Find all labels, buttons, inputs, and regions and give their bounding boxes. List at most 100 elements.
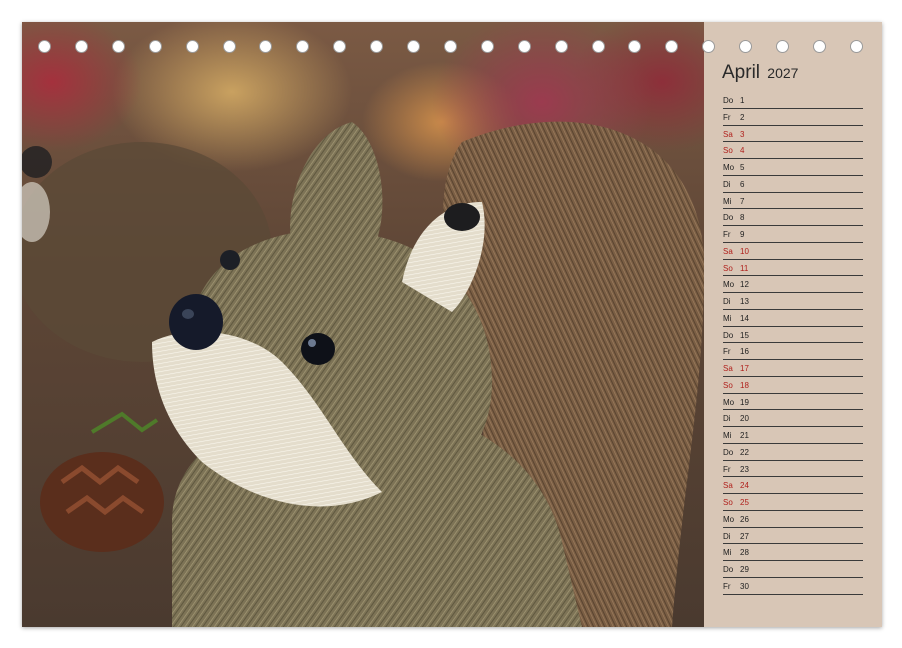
day-row: Mi 21: [723, 427, 863, 444]
day-row: Sa 10: [723, 243, 863, 260]
day-row: So 18: [723, 377, 863, 394]
day-row: Fr 30: [723, 578, 863, 595]
weekday-label: Sa: [723, 364, 733, 373]
weekday-label: Mi: [723, 313, 732, 323]
binding-hole: [443, 40, 457, 53]
binding-hole: [111, 40, 125, 53]
day-row: Di 27: [723, 528, 863, 545]
day-number: 23: [740, 464, 749, 474]
weekday-label: Mi: [723, 548, 732, 558]
binding-hole: [480, 40, 494, 53]
day-number: 25: [740, 498, 749, 507]
day-row: So 25: [723, 494, 863, 511]
binding-hole: [222, 40, 236, 53]
day-row: Fr 2: [723, 109, 863, 126]
day-row: Do 1: [723, 92, 863, 109]
day-row: Do 8: [723, 209, 863, 226]
weekday-label: Fr: [723, 464, 731, 474]
weekday-label: So: [723, 146, 733, 156]
day-number: 26: [740, 514, 749, 524]
binding-hole: [812, 40, 826, 53]
day-row: Di 13: [723, 293, 863, 310]
day-row: Fr 16: [723, 343, 863, 360]
weekday-label: Fr: [723, 581, 731, 591]
weekday-label: Sa: [723, 129, 733, 139]
binding-hole: [702, 40, 716, 53]
weekday-label: Mi: [723, 196, 732, 206]
binding-holes: [22, 40, 882, 56]
day-number: 8: [740, 213, 745, 223]
calendar-page: April 2027 Do 1 Fr 2 Sa 3 So 4 Mo 5 Di 6 Mi 7 Do 8 Fr 9 Sa…: [22, 22, 882, 627]
day-row: Fr 9: [723, 226, 863, 243]
month-name: April: [722, 62, 761, 83]
weekday-label: Mo: [723, 514, 735, 524]
weekday-label: Sa: [723, 481, 733, 491]
month-heading: April 2027: [722, 62, 798, 84]
day-number: 19: [740, 397, 749, 407]
day-number: 7: [740, 196, 745, 206]
day-number: 20: [740, 414, 749, 424]
weekday-label: Do: [723, 565, 734, 574]
day-number: 13: [740, 297, 749, 306]
day-number: 3: [740, 129, 745, 139]
binding-hole: [259, 40, 273, 53]
weekday-label: Di: [723, 414, 731, 424]
day-row: Sa 17: [723, 360, 863, 377]
day-number: 14: [740, 313, 749, 323]
day-row: Mi 14: [723, 310, 863, 327]
day-number: 30: [740, 581, 749, 591]
binding-hole: [517, 40, 531, 53]
binding-hole: [185, 40, 199, 53]
day-number: 29: [740, 565, 749, 574]
day-row: Mo 12: [723, 276, 863, 293]
weekday-label: Sa: [723, 246, 733, 256]
day-number: 2: [740, 112, 745, 122]
weekday-label: So: [723, 263, 733, 273]
weekday-label: Do: [723, 213, 734, 223]
weekday-label: Fr: [723, 112, 731, 122]
day-number: 18: [740, 380, 749, 390]
day-number: 1: [740, 96, 745, 105]
day-row: So 11: [723, 260, 863, 277]
day-row: Mi 7: [723, 193, 863, 210]
binding-hole: [333, 40, 347, 53]
day-row: So 4: [723, 142, 863, 159]
day-row: Mo 26: [723, 511, 863, 528]
day-list: Do 1 Fr 2 Sa 3 So 4 Mo 5 Di 6 Mi 7 Do 8 Fr 9 Sa 10 So 11 Mo 12 D…: [723, 92, 863, 595]
binding-hole: [628, 40, 642, 53]
day-row: Di 20: [723, 410, 863, 427]
day-number: 4: [740, 146, 745, 156]
day-row: Do 15: [723, 327, 863, 344]
weekday-label: So: [723, 498, 733, 507]
weekday-label: Do: [723, 330, 734, 340]
weekday-label: Do: [723, 96, 734, 105]
weekday-label: Mo: [723, 397, 735, 407]
binding-hole: [74, 40, 88, 53]
day-number: 22: [740, 447, 749, 457]
day-row: Sa 24: [723, 477, 863, 494]
binding-hole: [776, 40, 789, 53]
weekday-label: So: [723, 380, 733, 390]
day-number: 16: [740, 347, 749, 357]
binding-hole: [849, 40, 863, 53]
day-row: Do 22: [723, 444, 863, 461]
day-row: Fr 23: [723, 461, 863, 478]
binding-hole: [407, 40, 420, 53]
day-number: 15: [740, 330, 749, 340]
day-number: 10: [740, 246, 749, 256]
day-row: Do 29: [723, 561, 863, 578]
day-number: 9: [740, 230, 745, 239]
binding-hole: [38, 40, 51, 53]
day-number: 11: [740, 263, 749, 273]
day-row: Di 6: [723, 176, 863, 193]
weekday-label: Mi: [723, 431, 732, 440]
day-row: Sa 3: [723, 126, 863, 143]
day-number: 12: [740, 280, 749, 290]
weekday-label: Mo: [723, 163, 735, 172]
weekday-label: Di: [723, 297, 731, 306]
weekday-label: Mo: [723, 280, 735, 290]
day-number: 5: [740, 163, 745, 172]
weekday-label: Do: [723, 447, 734, 457]
straw-squirrel-figure: [22, 121, 705, 627]
weekday-label: Di: [723, 531, 731, 541]
